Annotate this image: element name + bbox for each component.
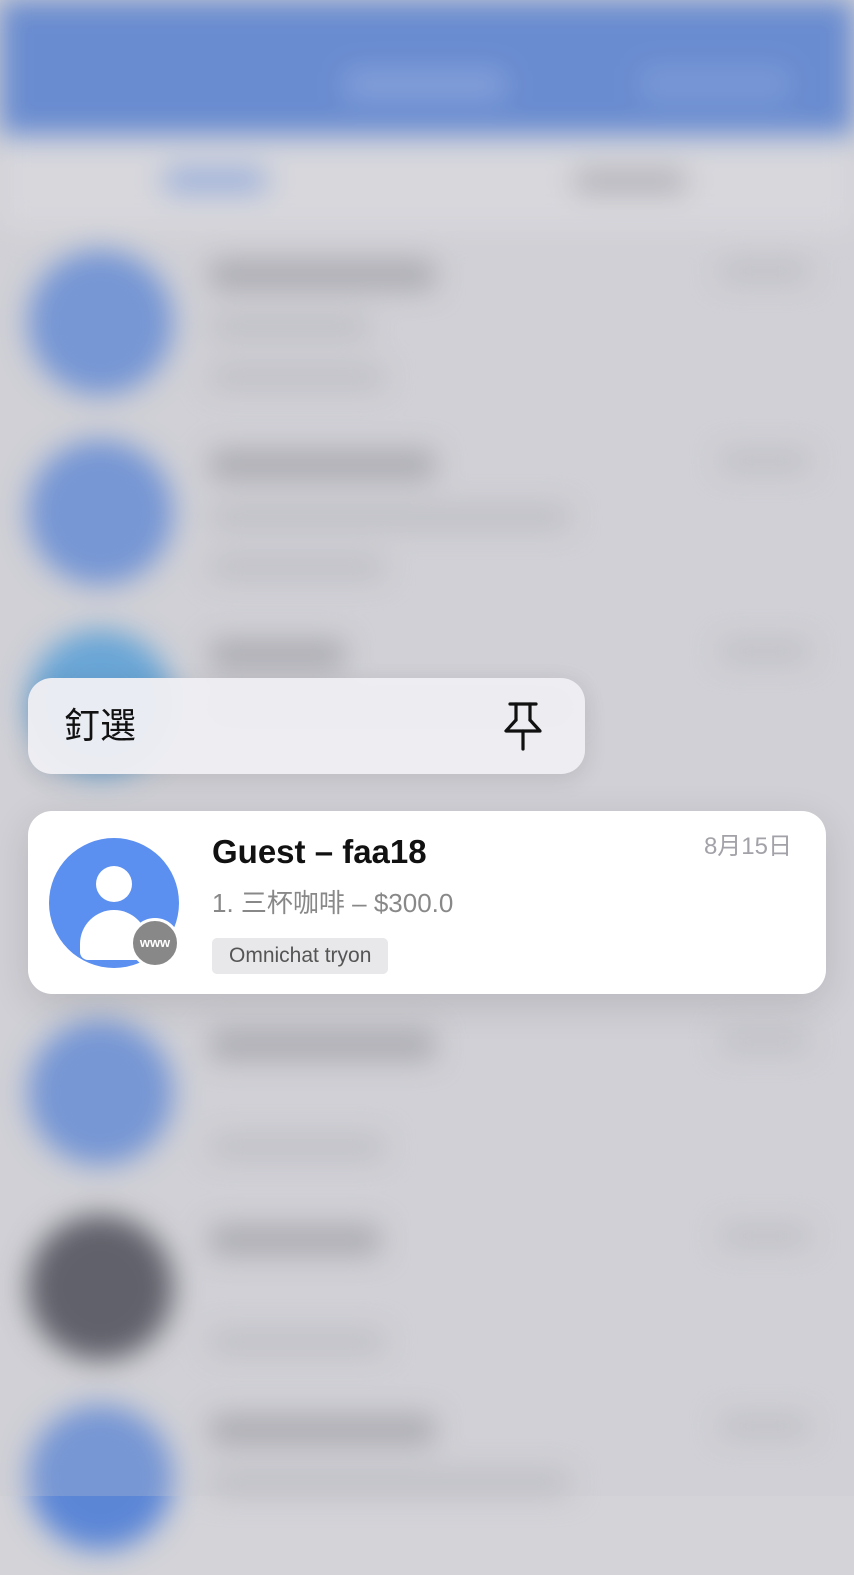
last-message-preview: 1. 三杯咖啡 – $300.0 <box>212 888 454 918</box>
contact-name: Guest – faa18 <box>212 833 427 870</box>
channel-badge: www <box>130 918 180 968</box>
last-message-date: 8月15日 <box>703 833 792 860</box>
avatar-head <box>96 866 132 902</box>
pin-icon <box>504 702 542 751</box>
conversation-list-item[interactable]: www Guest – faa18 8月15日 1. 三杯咖啡 – $300.0… <box>28 811 826 994</box>
pin-action-label: 釘選 <box>64 705 137 746</box>
conversation-tag: Omnichat tryon <box>212 938 389 974</box>
context-menu-pin-action[interactable]: 釘選 <box>28 678 585 774</box>
